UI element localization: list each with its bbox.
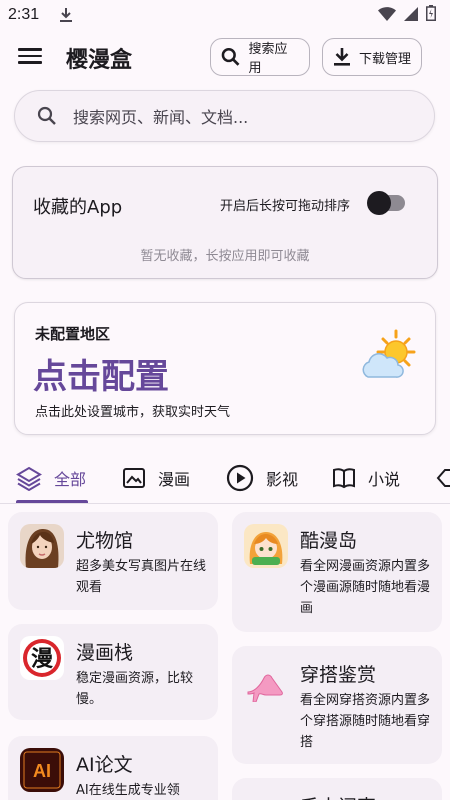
tab-video[interactable]: 影视: [226, 460, 298, 496]
tab-novel[interactable]: 小说: [332, 460, 400, 496]
app-card-manhuazhan[interactable]: 漫 漫画栈 稳定漫画资源，比较慢。: [8, 624, 218, 720]
portrait-icon: [20, 524, 64, 568]
app-name: 漫画栈: [76, 642, 134, 664]
app-desc: 看全网漫画资源内置多个漫画源随时随地看漫画: [300, 559, 431, 616]
hamburger-icon: [18, 48, 42, 51]
tab-more[interactable]: [436, 460, 450, 496]
search-placeholder: 搜索网页、新闻、文档...: [73, 108, 249, 127]
favorites-empty-text: 暂无收藏，长按应用即可收藏: [140, 249, 310, 264]
partly-sunny-icon: [362, 329, 416, 378]
app-bar: 樱漫盒 搜索应用 下载管理: [0, 34, 450, 80]
category-tabs: 全部 漫画 影视 小说: [0, 452, 450, 504]
download-status-icon: [59, 7, 73, 23]
wifi-icon: [378, 6, 396, 25]
svg-text:AI: AI: [33, 761, 51, 781]
app-card-chuanda[interactable]: 穿搭鉴赏 看全网穿搭资源内置多个穿搭源随时随地看穿搭: [232, 646, 442, 764]
app-card-youwuguan[interactable]: 尤物馆 超多美女写真图片在线观看: [8, 512, 218, 610]
search-app-button[interactable]: 搜索应用: [210, 38, 310, 76]
toggle-thumb: [367, 191, 391, 215]
search-icon: [221, 47, 240, 66]
status-time: 2:31: [8, 6, 40, 23]
battery-icon: [426, 5, 436, 25]
man-character-icon: 漫: [20, 636, 64, 680]
weather-configure-cta[interactable]: 点击配置: [33, 349, 169, 398]
app-desc: 超多美女写真图片在线观看: [76, 559, 207, 595]
download-manager-label: 下载管理: [359, 51, 412, 67]
tab-all-label: 全部: [54, 470, 87, 489]
app-desc: AI在线生成专业领: [76, 783, 180, 798]
red-logo-icon: [244, 790, 288, 800]
signal-icon: [404, 6, 418, 25]
app-title: 樱漫盒: [66, 48, 133, 73]
tab-comic[interactable]: 漫画: [122, 460, 190, 496]
favorites-title: 收藏的App: [33, 197, 123, 218]
app-name: AI论文: [76, 754, 133, 776]
weather-region: 未配置地区: [35, 325, 111, 343]
search-app-label: 搜索应用: [248, 42, 288, 76]
layers-icon: [16, 466, 42, 491]
sort-toggle[interactable]: [367, 191, 407, 215]
tab-indicator: [16, 500, 88, 503]
play-circle-icon: [226, 464, 254, 492]
app-name: 尤物馆: [76, 530, 134, 552]
sort-toggle-label: 开启后长按可拖动排序: [220, 199, 351, 214]
app-card-kumandao[interactable]: 酷漫岛 看全网漫画资源内置多个漫画源随时随地看漫画: [232, 512, 442, 632]
favorites-card: 收藏的App 开启后长按可拖动排序 暂无收藏，长按应用即可收藏: [12, 166, 438, 279]
app-card-ai-paper[interactable]: AI AI论文 AI在线生成专业领: [8, 736, 218, 800]
app-name: 千山阅声: [300, 792, 376, 800]
app-card-partial[interactable]: 千山阅声: [232, 778, 442, 800]
tab-all[interactable]: 全部: [16, 460, 86, 496]
tab-comic-label: 漫画: [158, 470, 191, 489]
svg-text:漫: 漫: [31, 647, 53, 672]
menu-button[interactable]: [16, 44, 46, 70]
web-search-bar[interactable]: 搜索网页、新闻、文档...: [14, 90, 435, 142]
ai-logo-icon: AI: [20, 748, 64, 792]
tag-icon: [436, 469, 450, 487]
app-name: 穿搭鉴赏: [300, 664, 377, 686]
download-icon: [334, 48, 350, 66]
search-icon: [37, 106, 56, 125]
book-icon: [333, 468, 355, 489]
status-bar: 2:31: [0, 0, 450, 30]
app-desc: 看全网穿搭资源内置多个穿搭源随时随地看穿搭: [300, 693, 431, 750]
app-name: 酷漫岛: [300, 530, 358, 552]
anime-girl-icon: [244, 524, 288, 568]
tab-video-label: 影视: [266, 470, 299, 489]
weather-card[interactable]: 未配置地区 点击配置 点击此处设置城市，获取实时天气: [14, 302, 436, 435]
image-icon: [123, 468, 145, 488]
download-manager-button[interactable]: 下载管理: [322, 38, 422, 76]
high-heel-icon: [244, 658, 288, 702]
weather-hint: 点击此处设置城市，获取实时天气: [35, 405, 231, 420]
tab-novel-label: 小说: [368, 470, 401, 489]
app-desc: 稳定漫画资源，比较慢。: [76, 671, 194, 707]
